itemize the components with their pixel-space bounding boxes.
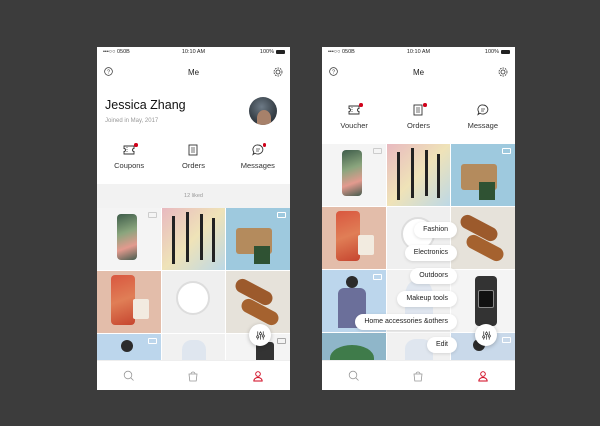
search-icon [348, 370, 359, 381]
filter-edit[interactable]: Edit [426, 337, 457, 353]
sliders-icon [481, 330, 491, 340]
search-tab[interactable] [97, 361, 161, 390]
filter-electronics[interactable]: Electronics [404, 245, 457, 261]
battery-indicator: 100% [260, 49, 285, 55]
battery-level: 100% [259, 49, 274, 55]
filter-toggle-button[interactable] [475, 324, 497, 346]
brush-image [199, 214, 203, 260]
phone-screen-filter-menu: •••○○ 050B 10:10 AM 100% ? Me Voucher Or… [322, 47, 515, 390]
orders-label: Orders [182, 161, 205, 170]
page-title: Me [187, 68, 200, 77]
messages-label: Messages [240, 161, 275, 170]
person-icon [478, 370, 488, 381]
coupons-label: Coupons [114, 161, 145, 170]
liked-count: 12 liked [97, 184, 290, 208]
grid-item-flamingo-case[interactable] [97, 271, 161, 333]
tab-bar [97, 360, 290, 390]
profile-tab[interactable] [226, 361, 290, 390]
orders-icon [189, 144, 198, 156]
tab-bar [322, 360, 515, 390]
orders-button[interactable]: Orders [161, 143, 225, 170]
bag-icon [414, 371, 423, 381]
filter-outdoors[interactable]: Outdoors [410, 268, 457, 284]
grid-item-fan[interactable] [161, 271, 226, 333]
messages-button[interactable]: Messages [226, 143, 290, 170]
profile-name: Jessica Zhang [105, 98, 186, 112]
person-icon [253, 370, 263, 381]
video-icon [277, 338, 286, 344]
search-tab[interactable] [322, 361, 386, 390]
brush-image [211, 218, 215, 262]
filter-fashion[interactable]: Fashion [414, 222, 457, 238]
joined-date: Joined in May, 2017 [105, 118, 159, 124]
search-icon [123, 370, 134, 381]
portrait-image [121, 340, 133, 352]
bag-tab[interactable] [161, 361, 225, 390]
phone-case-image [117, 214, 137, 260]
grid-item-handbag[interactable] [226, 208, 290, 270]
bag-icon [189, 371, 198, 381]
status-bar: •••○○ 050B 10:10 AM 100% [97, 47, 290, 57]
tassel-image [133, 299, 149, 319]
filter-makeup-tools[interactable]: Makeup tools [397, 291, 457, 307]
filter-toggle-button-p1[interactable] [249, 324, 271, 346]
video-icon [147, 212, 157, 218]
profile-tab[interactable] [451, 361, 515, 390]
quick-actions: Coupons Orders Messages [97, 143, 290, 170]
coupons-button[interactable]: Coupons [97, 143, 161, 170]
grid-item-makeup-brushes[interactable] [161, 208, 226, 270]
fan-image [175, 281, 210, 315]
case-image [111, 275, 135, 325]
sliders-icon [255, 330, 265, 340]
battery-icon [276, 49, 285, 54]
nav-bar: ? Me [97, 60, 290, 86]
grid-item-phone-case[interactable] [97, 208, 161, 270]
gear-icon[interactable] [273, 67, 283, 77]
video-icon [277, 212, 286, 218]
notification-dot [262, 143, 267, 147]
video-icon [147, 338, 157, 344]
brush-image [185, 212, 189, 262]
fringe-image [254, 246, 271, 264]
brush-image [171, 216, 175, 264]
notification-dot [134, 143, 138, 147]
bag-tab[interactable] [386, 361, 450, 390]
avatar[interactable] [249, 97, 277, 125]
filter-menu-overlay: Fashion Electronics Outdoors Makeup tool… [322, 47, 515, 361]
filter-home-accessories[interactable]: Home accessories &others [355, 314, 457, 330]
